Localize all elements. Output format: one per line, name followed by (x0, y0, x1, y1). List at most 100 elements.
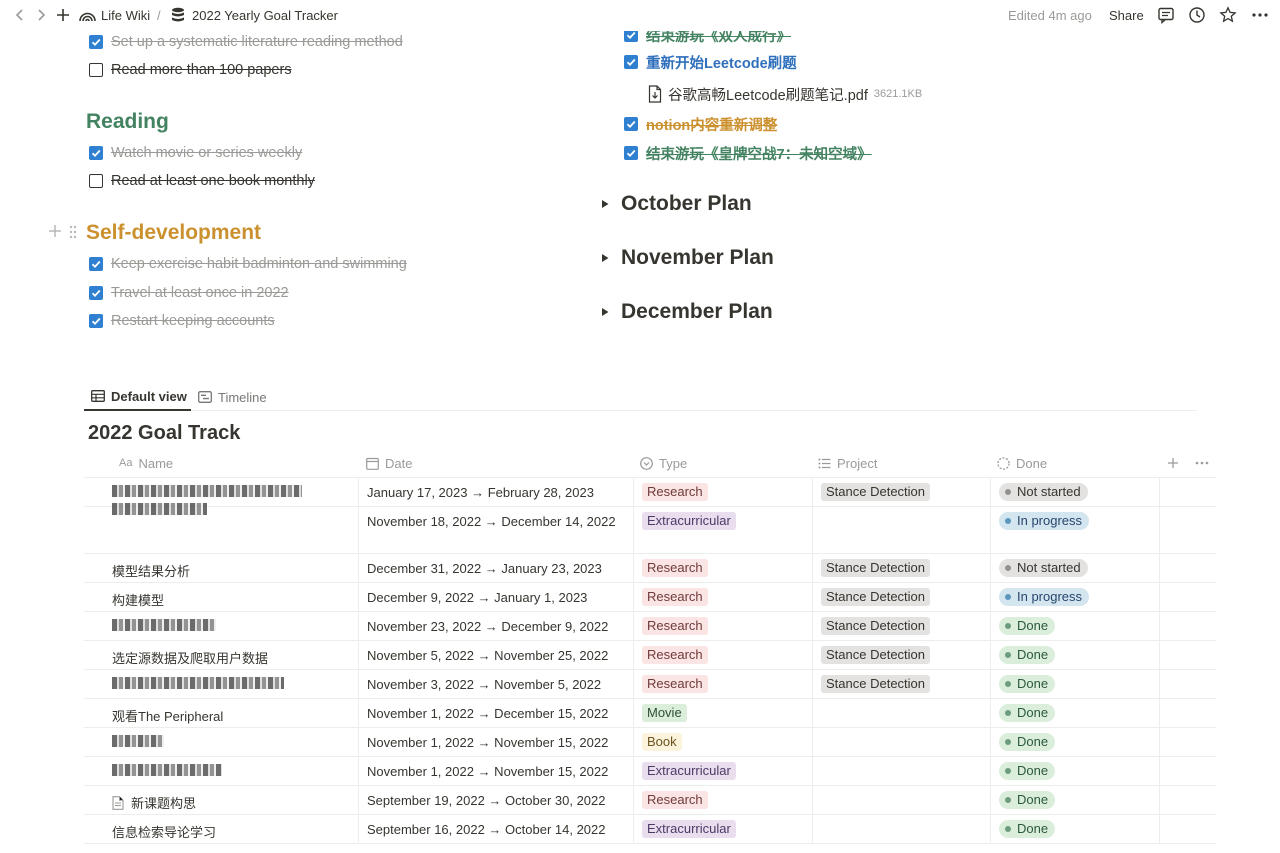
table-row[interactable]: 构建模型 December 9, 2022 → January 1, 2023 Re… (84, 583, 1216, 612)
tab-timeline[interactable]: Timeline (198, 383, 267, 411)
checkbox-checked[interactable] (89, 146, 103, 160)
table-row[interactable]: 选定源数据及爬取用户数据 November 5, 2022 → November … (84, 641, 1216, 670)
toggle-november-plan[interactable]: November Plan (600, 244, 774, 272)
cell-type[interactable]: Book (633, 728, 812, 756)
cell-name[interactable] (104, 757, 358, 785)
cell-name[interactable]: 选定源数据及爬取用户数据 (104, 641, 358, 669)
checkbox-checked[interactable] (624, 55, 638, 69)
table-row[interactable]: 新课题构思 September 19, 2022 → October 30, 20… (84, 786, 1216, 815)
drag-handle-icon[interactable] (68, 225, 78, 239)
cell-status[interactable]: Done (990, 699, 1159, 727)
cell-type[interactable]: Extracurricular (633, 815, 812, 843)
checkbox-unchecked[interactable] (89, 174, 103, 188)
cell-type[interactable]: Movie (633, 699, 812, 727)
cell-status[interactable]: In progress (990, 583, 1159, 611)
column-header-date[interactable]: Date (366, 448, 412, 478)
table-row[interactable]: 模型结果分析 December 31, 2022 → January 23, 20… (84, 554, 1216, 583)
checkbox-unchecked[interactable] (89, 63, 103, 77)
cell-date[interactable]: December 31, 2022 → January 23, 2023 (358, 554, 633, 582)
cell-type[interactable]: Research (633, 478, 812, 506)
checkbox-checked[interactable] (89, 286, 103, 300)
cell-status[interactable]: Not started (990, 554, 1159, 582)
cell-type[interactable]: Research (633, 583, 812, 611)
cell-date[interactable]: November 3, 2022 → November 5, 2022 (358, 670, 633, 698)
cell-date[interactable]: September 16, 2022 → October 14, 2022 (358, 815, 633, 843)
cell-date[interactable]: November 5, 2022 → November 25, 2022 (358, 641, 633, 669)
column-header-type[interactable]: Type (640, 448, 687, 478)
cell-project[interactable] (812, 815, 990, 843)
breadcrumb-page[interactable]: 2022 Yearly Goal Tracker (192, 8, 338, 23)
history-icon[interactable] (1188, 6, 1206, 24)
cell-status[interactable]: Not started (990, 478, 1159, 506)
cell-project[interactable] (812, 507, 990, 553)
cell-type[interactable]: Research (633, 670, 812, 698)
add-block-icon[interactable] (48, 224, 62, 238)
cell-project[interactable] (812, 786, 990, 814)
cell-name[interactable]: 模型结果分析 (104, 554, 358, 582)
cell-type[interactable]: Research (633, 554, 812, 582)
table-row[interactable]: 信息检索导论学习 September 16, 2022 → October 14,… (84, 815, 1216, 844)
add-column-icon[interactable] (1167, 448, 1179, 478)
cell-name[interactable] (104, 670, 358, 698)
cell-status[interactable]: Done (990, 670, 1159, 698)
triangle-right-icon[interactable] (600, 199, 610, 209)
cell-date[interactable]: January 17, 2023 → February 28, 2023 (358, 478, 633, 506)
cell-name[interactable] (104, 728, 358, 756)
cell-status[interactable]: Done (990, 757, 1159, 785)
cell-status[interactable]: Done (990, 728, 1159, 756)
cell-type[interactable]: Research (633, 641, 812, 669)
cell-date[interactable]: December 9, 2022 → January 1, 2023 (358, 583, 633, 611)
cell-date[interactable]: November 1, 2022 → December 15, 2022 (358, 699, 633, 727)
table-row[interactable]: November 18, 2022 → December 14, 2022 Ext… (84, 507, 1216, 554)
cell-date[interactable]: September 19, 2022 → October 30, 2022 (358, 786, 633, 814)
share-button[interactable]: Share (1109, 8, 1144, 23)
cell-type[interactable]: Research (633, 612, 812, 640)
cell-type[interactable]: Extracurricular (633, 757, 812, 785)
comment-icon[interactable] (1157, 6, 1175, 25)
table-row[interactable]: 观看The Peripheral November 1, 2022 → Decem… (84, 699, 1216, 728)
cell-status[interactable]: Done (990, 786, 1159, 814)
cell-name[interactable]: 新课题构思 (104, 786, 358, 814)
cell-project[interactable]: Stance Detection (812, 670, 990, 698)
cell-project[interactable]: Stance Detection (812, 554, 990, 582)
triangle-right-icon[interactable] (600, 253, 610, 263)
checkbox-checked[interactable] (89, 257, 103, 271)
cell-project[interactable]: Stance Detection (812, 583, 990, 611)
cell-date[interactable]: November 1, 2022 → November 15, 2022 (358, 728, 633, 756)
plus-icon[interactable] (54, 6, 72, 24)
checkbox-checked[interactable] (624, 117, 638, 131)
cell-name[interactable]: 观看The Peripheral (104, 699, 358, 727)
toggle-october-plan[interactable]: October Plan (600, 190, 752, 218)
cell-name[interactable] (104, 478, 358, 515)
column-header-name[interactable]: Aa Name (119, 448, 173, 478)
cell-date[interactable]: November 23, 2022 → December 9, 2022 (358, 612, 633, 640)
more-icon[interactable] (1251, 6, 1269, 24)
cell-project[interactable]: Stance Detection (812, 612, 990, 640)
tab-default-view[interactable]: Default view (84, 383, 191, 411)
cell-project[interactable] (812, 728, 990, 756)
cell-project[interactable]: Stance Detection (812, 641, 990, 669)
cell-name[interactable]: 信息检索导论学习 (104, 815, 358, 843)
cell-name[interactable] (104, 507, 358, 553)
cell-name[interactable] (104, 612, 358, 640)
cell-status[interactable]: Done (990, 815, 1159, 843)
cell-type[interactable]: Extracurricular (633, 507, 812, 553)
triangle-right-icon[interactable] (600, 307, 610, 317)
table-row[interactable]: November 1, 2022 → November 15, 2022 Extr… (84, 757, 1216, 786)
breadcrumb-workspace[interactable]: Life Wiki (101, 8, 150, 23)
toggle-december-plan[interactable]: December Plan (600, 298, 773, 326)
chevron-right-icon[interactable] (33, 7, 49, 23)
chevron-left-icon[interactable] (12, 7, 28, 23)
column-header-done[interactable]: Done (997, 448, 1047, 478)
file-attachment[interactable]: 谷歌高畅Leetcode刷题笔记.pdf 3621.1KB (648, 84, 922, 104)
cell-project[interactable] (812, 757, 990, 785)
checkbox-checked[interactable] (624, 146, 638, 160)
table-row[interactable]: January 17, 2023 → February 28, 2023 Rese… (84, 478, 1216, 515)
table-row[interactable]: November 3, 2022 → November 5, 2022 Resea… (84, 670, 1216, 699)
checkbox-checked[interactable] (89, 314, 103, 328)
table-row[interactable]: November 23, 2022 → December 9, 2022 Rese… (84, 612, 1216, 641)
cell-date[interactable]: November 1, 2022 → November 15, 2022 (358, 757, 633, 785)
cell-type[interactable]: Research (633, 786, 812, 814)
column-header-project[interactable]: Project (818, 448, 877, 478)
checkbox-checked[interactable] (624, 31, 638, 42)
